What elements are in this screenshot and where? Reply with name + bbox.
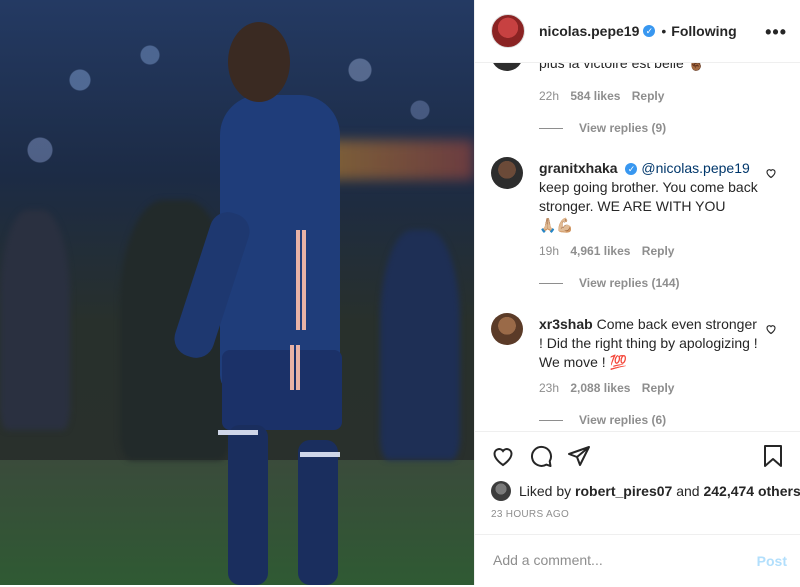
- post-button[interactable]: Post: [757, 553, 787, 569]
- shorts-stripe: [290, 345, 294, 390]
- comments-list[interactable]: plus la victoire est belle 🤞🏾 22h 584 li…: [475, 63, 800, 431]
- post-side-panel: nicolas.pepe19 ✓ • Following ••• plus la…: [474, 0, 800, 585]
- bookmark-icon[interactable]: [761, 444, 785, 468]
- verified-badge-icon: ✓: [643, 25, 656, 37]
- author-username[interactable]: nicolas.pepe19: [539, 23, 639, 39]
- shirt-stripe: [302, 230, 306, 330]
- comment-text: plus la victoire est belle 🤞🏾: [539, 63, 706, 71]
- heart-icon[interactable]: [491, 444, 515, 468]
- sock-band: [300, 452, 340, 457]
- reply-button[interactable]: Reply: [642, 381, 675, 395]
- post-timestamp[interactable]: 23 HOURS AGO: [491, 509, 569, 520]
- liker-avatar[interactable]: [491, 481, 511, 501]
- shorts-stripe: [296, 345, 300, 390]
- comment-emoji: 🙏🏼💪🏼: [539, 217, 574, 233]
- background-figure: [0, 210, 70, 430]
- comment-text: keep going brother. You come back strong…: [539, 179, 758, 214]
- comment-icon[interactable]: [529, 444, 553, 468]
- comment-likes[interactable]: 584 likes: [570, 89, 620, 103]
- player-head: [228, 22, 290, 102]
- header-separator: •: [661, 23, 667, 39]
- add-comment-bar: Post: [475, 534, 800, 587]
- comment-meta: 19h 4,961 likes Reply: [539, 244, 674, 258]
- comment-username[interactable]: xr3shab: [539, 316, 593, 332]
- comment-input[interactable]: [491, 551, 735, 569]
- shirt-stripe: [296, 230, 300, 330]
- comment-username[interactable]: granitxhaka: [539, 160, 618, 176]
- divider: [539, 283, 563, 285]
- liker-username[interactable]: robert_pires07: [575, 483, 672, 499]
- comment-meta: 23h 2,088 likes Reply: [539, 381, 674, 395]
- likes-prefix: Liked by: [519, 483, 572, 499]
- comment-body: xr3shab Come back even stronger ! Did th…: [539, 315, 759, 372]
- comment-time: 19h: [539, 244, 560, 258]
- reply-button[interactable]: Reply: [632, 89, 665, 103]
- comment-meta: 22h 584 likes Reply: [539, 89, 664, 103]
- likes-summary: Liked by robert_pires07 and 242,474 othe…: [491, 481, 800, 501]
- post-photo[interactable]: [0, 0, 474, 585]
- heart-icon[interactable]: [765, 323, 777, 335]
- avatar[interactable]: [491, 313, 523, 345]
- verified-badge-icon: ✓: [625, 163, 638, 176]
- share-icon[interactable]: [567, 444, 591, 468]
- likes-middle: and: [676, 483, 700, 499]
- action-icon-row: [491, 444, 591, 468]
- more-dots-icon[interactable]: •••: [765, 22, 787, 43]
- divider: [539, 128, 563, 130]
- view-replies-button[interactable]: View replies (144): [539, 276, 680, 290]
- avatar[interactable]: [491, 63, 523, 71]
- view-replies-label[interactable]: View replies (9): [579, 121, 666, 135]
- view-replies-button[interactable]: View replies (6): [539, 413, 666, 427]
- following-button[interactable]: Following: [671, 23, 736, 39]
- player-leg: [298, 440, 338, 585]
- view-replies-button[interactable]: View replies (9): [539, 121, 666, 135]
- likes-count-link[interactable]: 242,474 others: [703, 483, 800, 499]
- author-avatar[interactable]: [491, 14, 525, 48]
- comment-time: 22h: [539, 89, 560, 103]
- view-replies-label[interactable]: View replies (6): [579, 413, 666, 427]
- player-leg: [228, 425, 268, 585]
- comment-likes[interactable]: 4,961 likes: [570, 244, 630, 258]
- comment-time: 23h: [539, 381, 560, 395]
- background-figure: [380, 230, 460, 460]
- divider: [539, 420, 563, 422]
- reply-button[interactable]: Reply: [642, 244, 675, 258]
- mention-link[interactable]: @nicolas.pepe19: [641, 160, 749, 176]
- post-header: nicolas.pepe19 ✓ • Following •••: [475, 0, 800, 63]
- heart-icon[interactable]: [765, 167, 777, 179]
- player-shorts: [222, 350, 342, 430]
- sock-band: [218, 430, 258, 435]
- view-replies-label[interactable]: View replies (144): [579, 276, 680, 290]
- comment-likes[interactable]: 2,088 likes: [570, 381, 630, 395]
- post-actions: Liked by robert_pires07 and 242,474 othe…: [475, 431, 800, 586]
- comment-body: granitxhaka ✓ @nicolas.pepe19 keep going…: [539, 159, 759, 235]
- avatar[interactable]: [491, 157, 523, 189]
